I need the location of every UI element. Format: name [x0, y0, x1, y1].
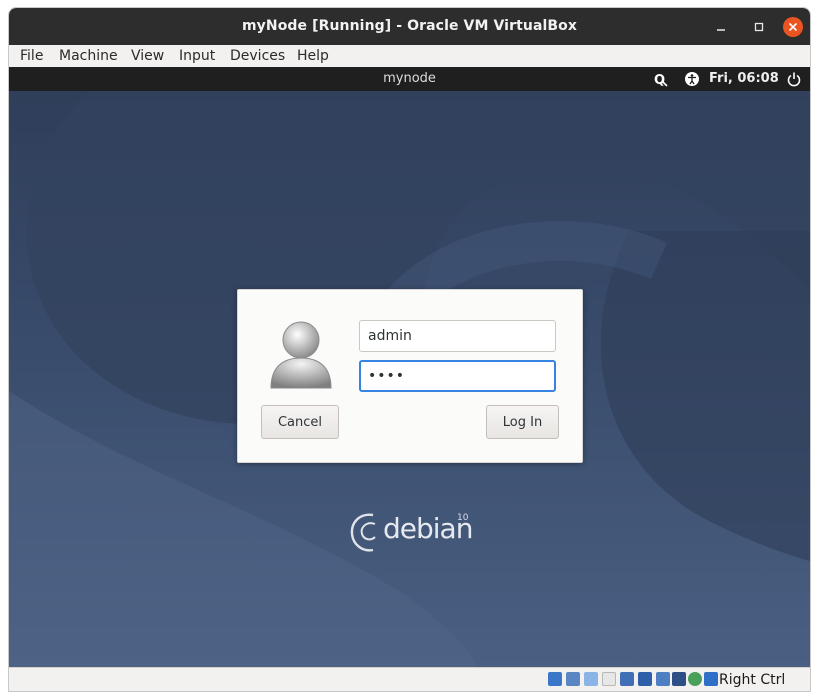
recording-icon[interactable]: [672, 672, 686, 686]
audio-icon[interactable]: [584, 672, 598, 686]
cpu-activity-icon[interactable]: [688, 672, 702, 686]
minimize-button[interactable]: [711, 17, 731, 37]
guest-top-bar: mynode Q Fri, 06:08: [9, 67, 810, 91]
username-field[interactable]: [359, 320, 556, 352]
close-button[interactable]: [783, 17, 803, 37]
accessibility-icon[interactable]: [684, 71, 700, 87]
debian-version: 10: [457, 513, 469, 523]
power-icon[interactable]: [786, 71, 802, 87]
menu-input[interactable]: Input: [179, 48, 215, 64]
usb-icon[interactable]: [620, 672, 634, 686]
status-bar: Right Ctrl: [9, 667, 810, 691]
optical-drive-icon[interactable]: [566, 672, 580, 686]
close-icon: [788, 22, 798, 32]
log-in-button[interactable]: Log In: [486, 405, 559, 439]
password-field[interactable]: [359, 360, 556, 392]
guest-clock[interactable]: Fri, 06:08: [709, 71, 779, 86]
host-key-label: Right Ctrl: [719, 672, 786, 688]
menu-machine[interactable]: Machine: [59, 48, 118, 64]
cancel-button[interactable]: Cancel: [261, 405, 339, 439]
menu-bar: File Machine View Input Devices Help: [9, 45, 810, 68]
window-title: myNode [Running] - Oracle VM VirtualBox: [241, 18, 578, 34]
debian-swirl-logo: [350, 513, 376, 552]
network-icon[interactable]: [602, 672, 616, 686]
shared-folders-icon[interactable]: [638, 672, 652, 686]
mouse-integration-icon[interactable]: [704, 672, 718, 686]
maximize-button[interactable]: [749, 17, 769, 37]
keyboard-layout-icon[interactable]: Q: [652, 71, 668, 87]
minimize-icon: [717, 29, 725, 31]
user-avatar-icon: [270, 321, 332, 389]
menu-view[interactable]: View: [131, 48, 164, 64]
vm-display[interactable]: mynode Q Fri, 06:08 admin •••• Cancel Lo…: [9, 67, 810, 667]
menu-help[interactable]: Help: [297, 48, 329, 64]
menu-devices[interactable]: Devices: [230, 48, 285, 64]
hard-disk-icon[interactable]: [548, 672, 562, 686]
virtualbox-window: myNode [Running] - Oracle VM VirtualBox …: [9, 8, 810, 691]
menu-file[interactable]: File: [20, 48, 43, 64]
svg-text:Q: Q: [654, 73, 665, 87]
title-bar[interactable]: myNode [Running] - Oracle VM VirtualBox: [9, 8, 810, 45]
display-icon[interactable]: [656, 672, 670, 686]
maximize-icon: [754, 22, 764, 32]
login-dialog: Cancel Log In: [237, 289, 583, 463]
